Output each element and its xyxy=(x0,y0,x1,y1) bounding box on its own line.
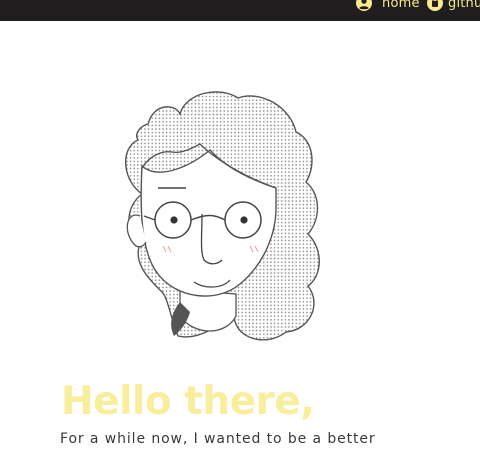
hero-title: Hello there, xyxy=(61,379,315,424)
top-navigation-bar: home github xyxy=(0,0,480,21)
nav-home-link[interactable]: home xyxy=(356,0,420,13)
user-circle-icon xyxy=(356,0,372,11)
portrait-illustration xyxy=(124,91,320,341)
nav-github-label: github xyxy=(448,0,480,11)
nav-home-label: home xyxy=(382,0,420,11)
hero-intro-text: For a while now, I wanted to be a better xyxy=(60,431,376,447)
github-icon xyxy=(427,0,443,11)
left-pupil xyxy=(170,216,178,224)
nav-github-link[interactable]: github xyxy=(427,0,480,13)
right-pupil xyxy=(240,216,248,224)
